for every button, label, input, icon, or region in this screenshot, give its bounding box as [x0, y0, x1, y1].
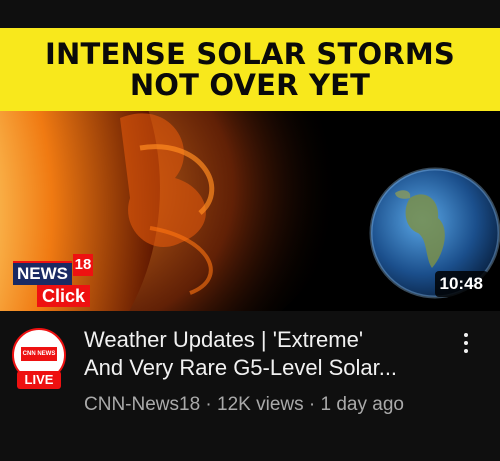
logo-number: 18 — [73, 254, 93, 276]
video-title-line-2: And Very Rare G5-Level Solar... — [84, 355, 398, 380]
video-title[interactable]: Weather Updates | 'Extreme' And Very Rar… — [84, 326, 444, 382]
live-badge: LIVE — [17, 371, 61, 389]
avatar-logo-text: CNN NEWS 18 — [21, 347, 57, 371]
more-options-button[interactable] — [456, 330, 476, 356]
news18-click-logo: NEWS 18 Click — [13, 254, 93, 308]
headline-banner: INTENSE SOLAR STORMS NOT OVER YET — [0, 28, 500, 111]
video-title-line-1: Weather Updates | 'Extreme' — [84, 327, 364, 352]
more-vert-icon — [464, 333, 468, 337]
video-thumbnail[interactable]: INTENSE SOLAR STORMS NOT OVER YET NEWS 1… — [0, 28, 500, 311]
headline-line-2: NOT OVER YET — [129, 67, 371, 102]
headline-line-1: INTENSE SOLAR STORMS — [45, 36, 455, 71]
video-duration: 10:48 — [434, 271, 488, 297]
logo-click-text: Click — [37, 285, 91, 307]
video-meta: CNN-News18 · 12K views · 1 day ago — [84, 394, 404, 415]
logo-news-text: NEWS — [13, 261, 72, 285]
